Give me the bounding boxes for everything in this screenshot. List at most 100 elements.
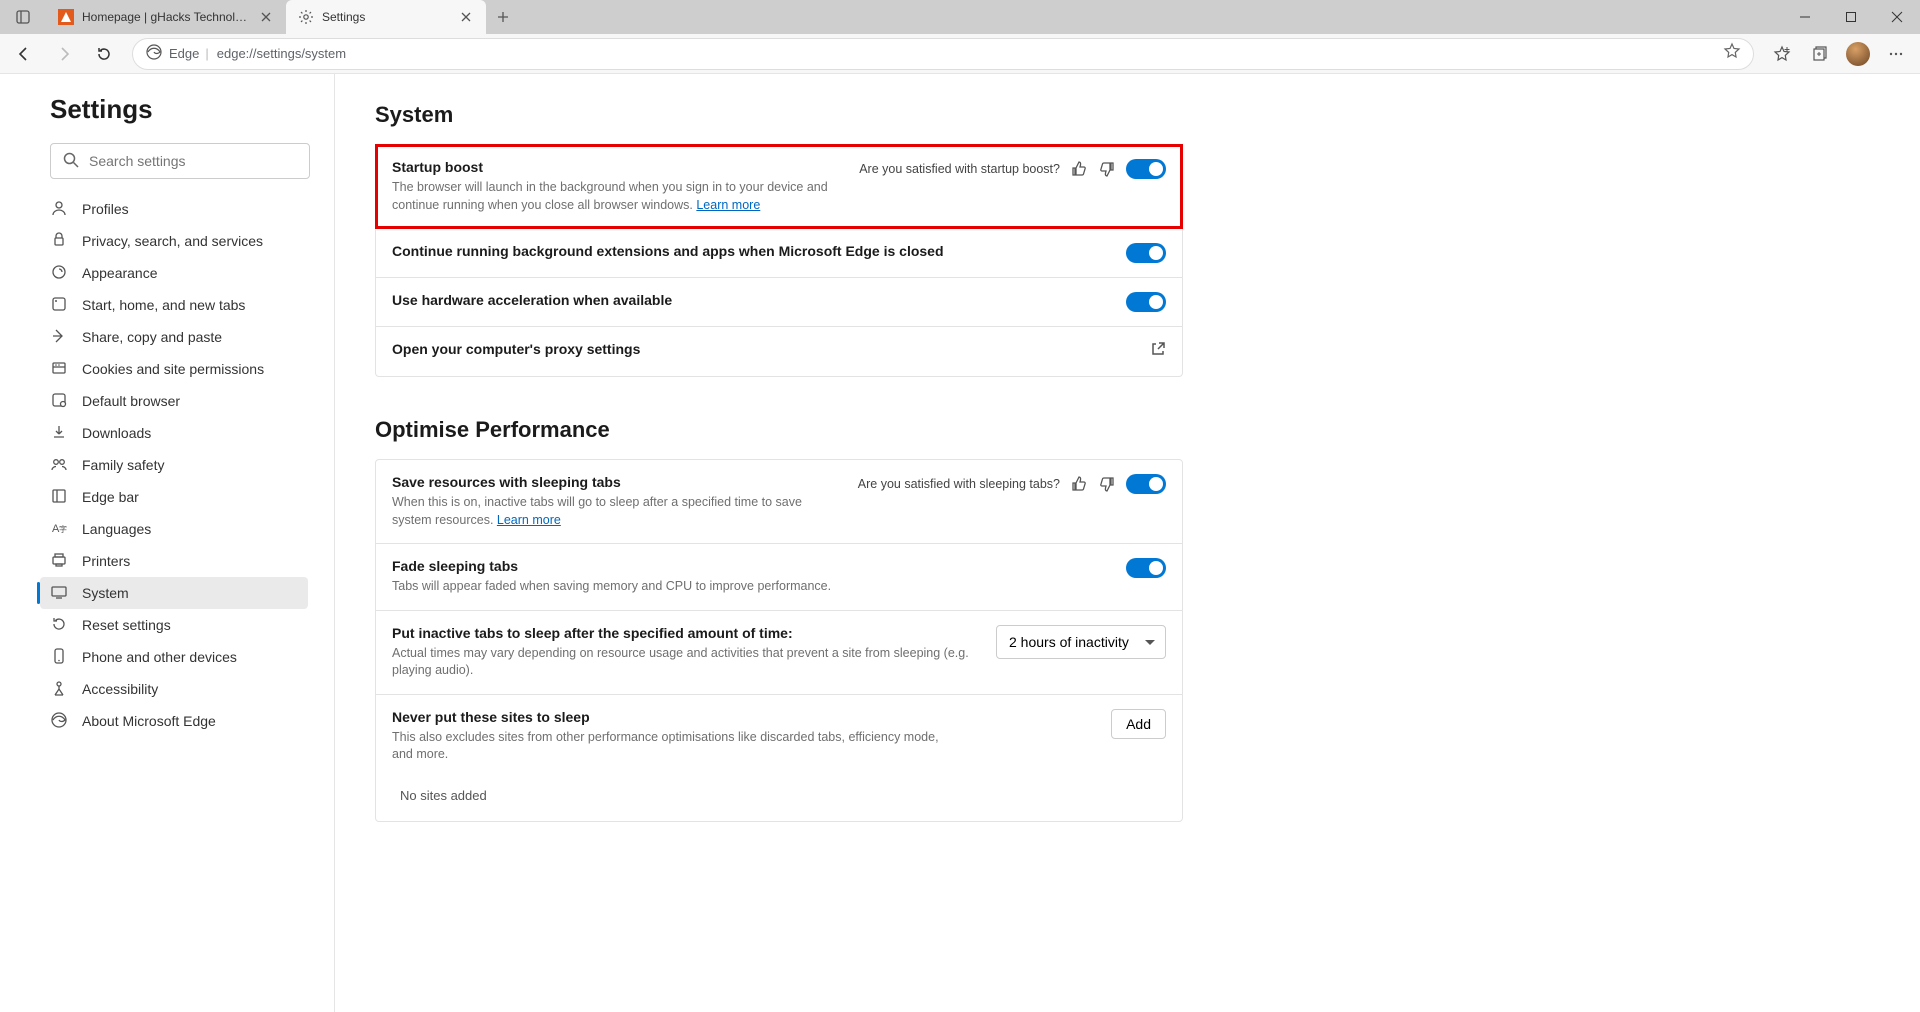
window-controls (1782, 0, 1920, 34)
nav-icon (50, 487, 68, 508)
fade-tabs-row: Fade sleeping tabs Tabs will appear fade… (376, 543, 1182, 610)
title-bar: Homepage | gHacks Technology Settings (0, 0, 1920, 34)
close-window-button[interactable] (1874, 0, 1920, 34)
system-section-heading: System (375, 102, 1880, 128)
sidebar-item-printers[interactable]: Printers (40, 545, 308, 577)
nav-icon (50, 455, 68, 476)
sidebar-item-label: Default browser (82, 393, 180, 409)
never-title: Never put these sites to sleep (392, 709, 1095, 725)
back-button[interactable] (6, 38, 42, 70)
sidebar-item-languages[interactable]: A字Languages (40, 513, 308, 545)
svg-text:字: 字 (59, 524, 67, 534)
thumbs-down-icon[interactable] (1098, 160, 1116, 178)
settings-main: System Startup boost The browser will la… (335, 74, 1920, 1012)
sidebar-item-profiles[interactable]: Profiles (40, 193, 308, 225)
sidebar-item-phone-and-other-devices[interactable]: Phone and other devices (40, 641, 308, 673)
favorites-button[interactable] (1764, 38, 1800, 70)
new-tab-button[interactable] (486, 0, 520, 34)
sidebar-item-accessibility[interactable]: Accessibility (40, 673, 308, 705)
ghacks-favicon-icon (58, 9, 74, 25)
sleeping-title: Save resources with sleeping tabs (392, 474, 842, 490)
sidebar-item-start-home-and-new-tabs[interactable]: Start, home, and new tabs (40, 289, 308, 321)
sidebar-item-family-safety[interactable]: Family safety (40, 449, 308, 481)
sidebar-item-label: Cookies and site permissions (82, 361, 264, 377)
url-input[interactable] (217, 46, 1715, 61)
close-tab-icon[interactable] (458, 9, 474, 25)
sidebar-item-label: Downloads (82, 425, 151, 441)
nav-icon (50, 583, 68, 604)
nav-icon (50, 647, 68, 668)
tab-settings[interactable]: Settings (286, 0, 486, 34)
sidebar-item-label: Share, copy and paste (82, 329, 222, 345)
menu-button[interactable] (1878, 38, 1914, 70)
fade-desc: Tabs will appear faded when saving memor… (392, 578, 952, 596)
startup-feedback-label: Are you satisfied with startup boost? (859, 162, 1060, 176)
tab-actions-button[interactable] (0, 0, 46, 34)
forward-button[interactable] (46, 38, 82, 70)
collections-button[interactable] (1802, 38, 1838, 70)
sidebar-item-about-microsoft-edge[interactable]: About Microsoft Edge (40, 705, 308, 737)
sidebar-item-appearance[interactable]: Appearance (40, 257, 308, 289)
sidebar-item-system[interactable]: System (40, 577, 308, 609)
hw-accel-title: Use hardware acceleration when available (392, 292, 1110, 308)
bg-extensions-row: Continue running background extensions a… (376, 228, 1182, 277)
tab-ghacks[interactable]: Homepage | gHacks Technology (46, 0, 286, 34)
hw-accel-toggle[interactable] (1126, 292, 1166, 312)
toolbar: Edge | (0, 34, 1920, 74)
proxy-settings-row[interactable]: Open your computer's proxy settings (376, 326, 1182, 376)
sleep-timeout-row: Put inactive tabs to sleep after the spe… (376, 610, 1182, 694)
edge-logo-icon (145, 43, 163, 64)
maximize-button[interactable] (1828, 0, 1874, 34)
sidebar-item-share-copy-and-paste[interactable]: Share, copy and paste (40, 321, 308, 353)
sidebar-item-label: System (82, 585, 129, 601)
sidebar-item-privacy-search-and-services[interactable]: Privacy, search, and services (40, 225, 308, 257)
sidebar-item-reset-settings[interactable]: Reset settings (40, 609, 308, 641)
sidebar-item-label: About Microsoft Edge (82, 713, 216, 729)
no-sites-label: No sites added (392, 780, 1166, 807)
nav-icon (50, 359, 68, 380)
nav-icon (50, 615, 68, 636)
performance-section-heading: Optimise Performance (375, 417, 1880, 443)
profile-button[interactable] (1840, 38, 1876, 70)
nav-icon (50, 231, 68, 252)
sidebar-item-label: Edge bar (82, 489, 139, 505)
sidebar-item-cookies-and-site-permissions[interactable]: Cookies and site permissions (40, 353, 308, 385)
startup-learn-more-link[interactable]: Learn more (696, 198, 760, 212)
nav-icon (50, 391, 68, 412)
add-site-button[interactable]: Add (1111, 709, 1166, 739)
timeout-title: Put inactive tabs to sleep after the spe… (392, 625, 980, 641)
fade-toggle[interactable] (1126, 558, 1166, 578)
sleeping-tabs-row: Save resources with sleeping tabs When t… (376, 460, 1182, 543)
sidebar-item-label: Printers (82, 553, 130, 569)
sidebar-item-edge-bar[interactable]: Edge bar (40, 481, 308, 513)
sidebar-item-downloads[interactable]: Downloads (40, 417, 308, 449)
address-bar[interactable]: Edge | (132, 38, 1754, 70)
thumbs-down-icon[interactable] (1098, 475, 1116, 493)
sleeping-feedback-label: Are you satisfied with sleeping tabs? (858, 477, 1060, 491)
close-tab-icon[interactable] (258, 9, 274, 25)
sleeping-toggle[interactable] (1126, 474, 1166, 494)
site-identity: Edge | (145, 43, 209, 64)
settings-heading: Settings (50, 94, 320, 125)
sidebar-item-default-browser[interactable]: Default browser (40, 385, 308, 417)
startup-boost-toggle[interactable] (1126, 159, 1166, 179)
favorite-star-icon[interactable] (1723, 42, 1741, 65)
performance-card: Save resources with sleeping tabs When t… (375, 459, 1183, 822)
nav-icon (50, 423, 68, 444)
refresh-button[interactable] (86, 38, 122, 70)
thumbs-up-icon[interactable] (1070, 475, 1088, 493)
minimize-button[interactable] (1782, 0, 1828, 34)
sleeping-learn-more-link[interactable]: Learn more (497, 513, 561, 527)
content: Settings ProfilesPrivacy, search, and se… (0, 74, 1920, 1012)
search-settings-input[interactable] (50, 143, 310, 179)
nav-icon (50, 679, 68, 700)
search-icon (62, 151, 80, 174)
startup-boost-desc: The browser will launch in the backgroun… (392, 179, 843, 214)
never-desc: This also excludes sites from other perf… (392, 729, 952, 764)
sidebar-item-label: Appearance (82, 265, 158, 281)
sleep-timeout-select[interactable]: 2 hours of inactivity (996, 625, 1166, 659)
thumbs-up-icon[interactable] (1070, 160, 1088, 178)
settings-sidebar: Settings ProfilesPrivacy, search, and se… (0, 74, 335, 1012)
bg-ext-toggle[interactable] (1126, 243, 1166, 263)
sidebar-item-label: Languages (82, 521, 151, 537)
